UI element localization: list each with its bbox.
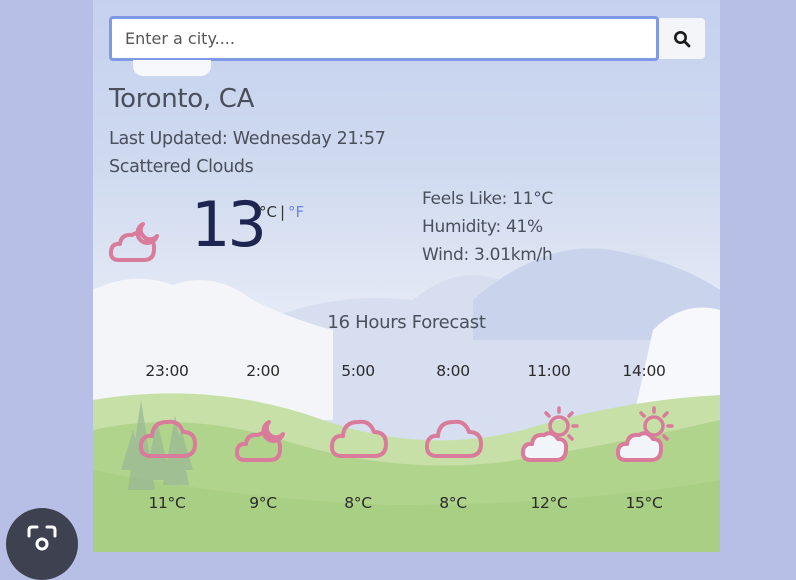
forecast-temp: 8°C [344,494,372,512]
cloud-icon [329,419,388,458]
partly-cloudy-night-icon [234,420,285,462]
lens-icon [27,525,57,551]
search-icon [674,30,691,47]
partly-cloudy-night-icon [108,222,159,262]
city-search-input[interactable] [109,16,659,61]
forecast-time: 8:00 [436,362,470,380]
landscape-background [93,248,720,552]
forecast-time: 23:00 [145,362,189,380]
weather-details: Feels Like: 11°C Humidity: 41% Wind: 3.0… [422,185,553,269]
forecast-time: 5:00 [341,362,375,380]
dropdown-tab [133,60,211,76]
weather-description: Scattered Clouds [109,157,254,177]
search-bar [109,16,705,61]
forecast-temp: 12°C [530,494,568,512]
city-name: Toronto, CA [109,84,255,114]
forecast-temp: 9°C [249,494,277,512]
partly-sunny-icon [520,406,579,462]
cloud-icon [138,419,197,458]
celsius-toggle[interactable]: °C [259,203,277,221]
forecast-time: 11:00 [527,362,571,380]
forecast-title: 16 Hours Forecast [327,312,486,333]
lens-button[interactable] [6,508,78,580]
partly-sunny-icon [615,406,674,462]
cloud-icon [424,419,483,458]
forecast-temp: 15°C [625,494,663,512]
forecast-time: 2:00 [246,362,280,380]
last-updated: Last Updated: Wednesday 21:57 [109,129,386,149]
weather-card: Toronto, CA Last Updated: Wednesday 21:5… [93,0,720,552]
current-temperature: 13 [191,188,267,261]
fahrenheit-toggle[interactable]: °F [288,203,304,221]
unit-separator: | [279,203,286,221]
humidity: Humidity: 41% [422,217,543,237]
forecast-temp: 8°C [439,494,467,512]
forecast-time: 14:00 [622,362,666,380]
forecast-temp: 11°C [148,494,186,512]
wind-speed: Wind: 3.01km/h [422,245,553,265]
unit-toggle: °C | °F [259,203,304,221]
feels-like: Feels Like: 11°C [422,189,553,209]
search-button[interactable] [659,18,705,59]
